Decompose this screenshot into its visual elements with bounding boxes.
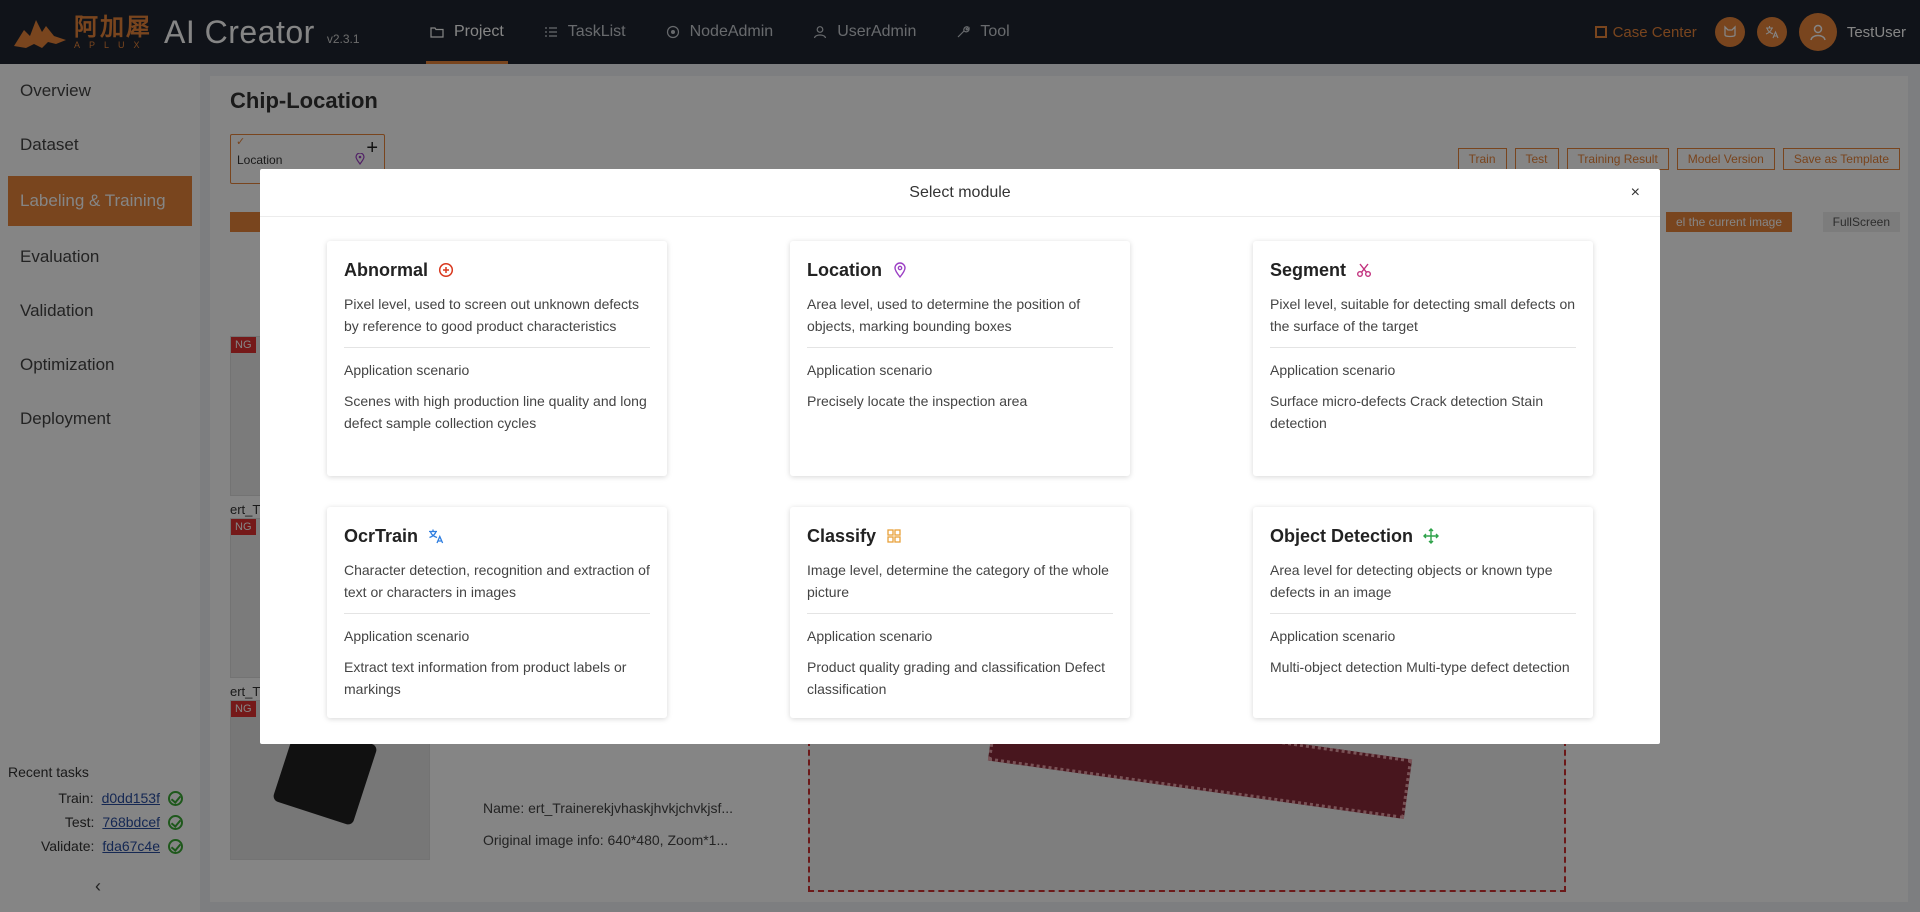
card-title: Object Detection (1270, 525, 1414, 546)
module-card-abnormal[interactable]: Abnormal Pixel level, used to screen out… (327, 241, 667, 476)
card-title: Location (807, 259, 882, 280)
card-subtitle: Application scenario (807, 362, 933, 378)
grid-icon (887, 529, 901, 543)
card-description: Area level, used to determine the positi… (807, 296, 1081, 334)
card-description: Image level, determine the category of t… (807, 562, 1109, 600)
dialog-title: Select module (909, 184, 1011, 201)
card-applications: Surface micro-defects Crack detection St… (1270, 393, 1544, 431)
card-applications: Precisely locate the inspection area (807, 393, 1028, 409)
translate-icon (429, 529, 444, 544)
module-card-classify[interactable]: Classify Image level, determine the cate… (790, 507, 1130, 718)
select-module-dialog: Select module × Abnormal Pixel level, us… (260, 169, 1660, 744)
card-description: Pixel level, used to screen out unknown … (344, 296, 639, 334)
card-subtitle: Application scenario (344, 362, 470, 378)
scissors-icon (1357, 263, 1372, 277)
card-description: Character detection, recognition and ext… (344, 562, 650, 600)
card-applications: Multi-object detection Multi-type defect… (1270, 659, 1570, 675)
card-title: OcrTrain (344, 525, 419, 546)
module-card-ocrtrain[interactable]: OcrTrain Character detection, recognitio… (327, 507, 667, 718)
card-title: Classify (807, 525, 877, 546)
location-pin-icon (894, 262, 906, 278)
card-title: Segment (1270, 259, 1347, 280)
divider (1270, 613, 1576, 614)
divider (807, 347, 1113, 348)
divider (807, 613, 1113, 614)
card-applications: Extract text information from product la… (344, 659, 627, 697)
move-arrows-icon (1423, 528, 1440, 544)
module-card-location[interactable]: Location Area level, used to determine t… (790, 241, 1130, 476)
module-card-segment[interactable]: Segment Pixel level, suitable for detect… (1253, 241, 1593, 476)
card-subtitle: Application scenario (1270, 628, 1396, 644)
close-icon[interactable]: × (1631, 169, 1640, 217)
card-subtitle: Application scenario (344, 628, 470, 644)
divider (344, 347, 650, 348)
card-applications: Product quality grading and classificati… (807, 659, 1106, 697)
module-card-object-detection[interactable]: Object Detection Area level for detectin… (1253, 507, 1593, 718)
divider (344, 613, 650, 614)
card-description: Area level for detecting objects or know… (1270, 562, 1553, 600)
card-title: Abnormal (344, 259, 429, 280)
card-applications: Scenes with high production line quality… (344, 393, 647, 431)
card-subtitle: Application scenario (807, 628, 933, 644)
card-subtitle: Application scenario (1270, 362, 1396, 378)
plus-circle-icon (438, 262, 454, 278)
divider (1270, 347, 1576, 348)
card-description: Pixel level, suitable for detecting smal… (1270, 296, 1576, 334)
